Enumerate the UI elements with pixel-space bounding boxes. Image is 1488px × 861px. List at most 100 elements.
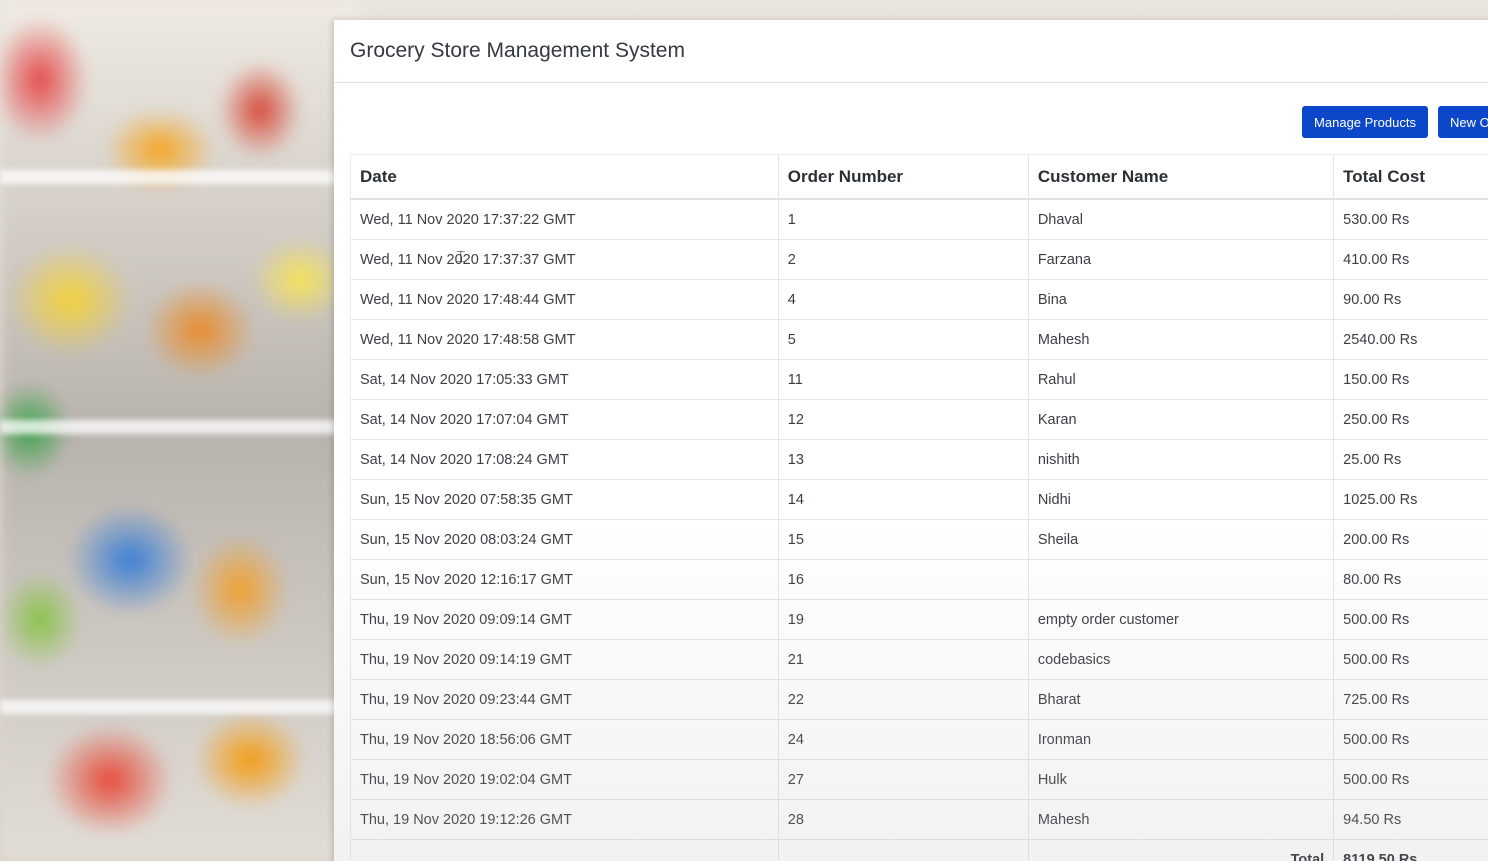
order-number-cell: 14: [777, 479, 1029, 520]
orders-table: Date Order Number Customer Name Total Co…: [350, 154, 1488, 861]
total-cost-cell: 94.50 Rs: [1333, 799, 1488, 840]
order-date-cell: Sat, 14 Nov 2020 17:07:04 GMT: [350, 399, 779, 440]
table-row[interactable]: Thu, 19 Nov 2020 09:23:44 GMT 22 Bharat …: [350, 679, 1488, 720]
order-number-cell: 19: [777, 599, 1029, 640]
customer-name-cell: codebasics: [1027, 639, 1334, 680]
order-number-cell: 1: [777, 198, 1029, 240]
customer-name-cell: Karan: [1027, 399, 1334, 440]
customer-name-cell: Bharat: [1027, 679, 1334, 720]
order-date-cell: Sat, 14 Nov 2020 17:08:24 GMT: [350, 439, 779, 480]
orders-table-body: Wed, 11 Nov 2020 17:37:22 GMT 1 Dhaval 5…: [350, 198, 1488, 861]
customer-name-cell: Mahesh: [1027, 799, 1334, 840]
table-row[interactable]: Thu, 19 Nov 2020 09:09:14 GMT 19 empty o…: [350, 599, 1488, 640]
panel-header: Grocery Store Management System: [334, 20, 1488, 83]
order-date-cell: Wed, 11 Nov 2020 17:48:44 GMT: [350, 279, 779, 320]
total-cost-cell: 250.00 Rs: [1333, 399, 1488, 440]
column-header-customer-name[interactable]: Customer Name: [1027, 154, 1334, 200]
customer-name-cell: nishith: [1027, 439, 1334, 480]
order-date-cell: Sun, 15 Nov 2020 07:58:35 GMT: [350, 479, 779, 520]
customer-name-cell: Ironman: [1027, 719, 1334, 760]
customer-name-cell: Mahesh: [1027, 319, 1334, 360]
order-number-cell: 5: [777, 319, 1029, 360]
shelf-divider: [0, 170, 340, 184]
grand-total-label: Total: [1027, 839, 1334, 861]
total-cost-cell: 80.00 Rs: [1333, 559, 1488, 600]
total-cost-cell: 150.00 Rs: [1333, 359, 1488, 400]
order-number-cell: 16: [777, 559, 1029, 600]
table-row[interactable]: Wed, 11 Nov 2020 17:48:58 GMT 5 Mahesh 2…: [350, 319, 1488, 360]
order-date-cell: Wed, 11 Nov 2020 17:48:58 GMT: [350, 319, 779, 360]
customer-name-cell: Sheila: [1027, 519, 1334, 560]
column-header-total-cost[interactable]: Total Cost: [1333, 154, 1488, 200]
total-cost-cell: 410.00 Rs: [1333, 239, 1488, 280]
new-order-button[interactable]: New O: [1438, 106, 1488, 138]
customer-name-cell: Nidhi: [1027, 479, 1334, 520]
table-row[interactable]: Sat, 14 Nov 2020 17:05:33 GMT 11 Rahul 1…: [350, 359, 1488, 400]
order-number-cell: 28: [777, 799, 1029, 840]
total-cost-cell: 2540.00 Rs: [1333, 319, 1488, 360]
customer-name-cell: [1027, 559, 1334, 600]
customer-name-cell: Bina: [1027, 279, 1334, 320]
table-row[interactable]: Thu, 19 Nov 2020 19:12:26 GMT 28 Mahesh …: [350, 799, 1488, 840]
column-header-date[interactable]: Date: [350, 154, 779, 200]
total-cost-cell: 530.00 Rs: [1333, 198, 1488, 240]
total-cost-cell: 1025.00 Rs: [1333, 479, 1488, 520]
order-date-cell: Wed, 11 Nov 2020 17:37:22 GMT: [350, 198, 779, 240]
table-row[interactable]: Sun, 15 Nov 2020 08:03:24 GMT 15 Sheila …: [350, 519, 1488, 560]
order-number-cell: 13: [777, 439, 1029, 480]
order-number-cell: 2: [777, 239, 1029, 280]
text-cursor-icon: ⌶: [456, 249, 466, 266]
order-number-cell: 24: [777, 719, 1029, 760]
order-date-cell: Thu, 19 Nov 2020 18:56:06 GMT: [350, 719, 779, 760]
total-cost-cell: 500.00 Rs: [1333, 599, 1488, 640]
total-cost-cell: 725.00 Rs: [1333, 679, 1488, 720]
table-row[interactable]: Thu, 19 Nov 2020 19:02:04 GMT 27 Hulk 50…: [350, 759, 1488, 800]
table-row[interactable]: Sun, 15 Nov 2020 12:16:17 GMT 16 80.00 R…: [350, 559, 1488, 600]
table-row[interactable]: Sat, 14 Nov 2020 17:07:04 GMT 12 Karan 2…: [350, 399, 1488, 440]
toolbar: Manage Products New O: [334, 106, 1488, 138]
table-row[interactable]: Thu, 19 Nov 2020 09:14:19 GMT 21 codebas…: [350, 639, 1488, 680]
order-date-cell: Thu, 19 Nov 2020 19:12:26 GMT: [350, 799, 779, 840]
shelf-divider: [0, 700, 340, 714]
page-title: Grocery Store Management System: [350, 39, 685, 62]
table-row[interactable]: Thu, 19 Nov 2020 18:56:06 GMT 24 Ironman…: [350, 719, 1488, 760]
table-row[interactable]: Wed, 11 Nov 2020 17:37:37 GMT 2 Farzana …: [350, 239, 1488, 280]
order-number-cell: 22: [777, 679, 1029, 720]
customer-name-cell: Farzana: [1027, 239, 1334, 280]
order-date-cell: Thu, 19 Nov 2020 09:23:44 GMT: [350, 679, 779, 720]
total-cost-cell: 500.00 Rs: [1333, 639, 1488, 680]
customer-name-cell: Hulk: [1027, 759, 1334, 800]
order-date-cell: Thu, 19 Nov 2020 09:09:14 GMT: [350, 599, 779, 640]
grand-total-value: 8119.50 Rs: [1333, 839, 1488, 861]
order-date-cell: Wed, 11 Nov 2020 17:37:37 GMT: [350, 239, 779, 280]
order-number-cell: 27: [777, 759, 1029, 800]
table-row[interactable]: Sun, 15 Nov 2020 07:58:35 GMT 14 Nidhi 1…: [350, 479, 1488, 520]
order-date-cell: Sun, 15 Nov 2020 08:03:24 GMT: [350, 519, 779, 560]
customer-name-cell: empty order customer: [1027, 599, 1334, 640]
column-header-order-number[interactable]: Order Number: [777, 154, 1029, 200]
total-cost-cell: 500.00 Rs: [1333, 759, 1488, 800]
order-number-cell: 21: [777, 639, 1029, 680]
total-cost-cell: 90.00 Rs: [1333, 279, 1488, 320]
table-row[interactable]: Sat, 14 Nov 2020 17:08:24 GMT 13 nishith…: [350, 439, 1488, 480]
customer-name-cell: Rahul: [1027, 359, 1334, 400]
total-cost-cell: 25.00 Rs: [1333, 439, 1488, 480]
main-panel: Grocery Store Management System Manage P…: [334, 20, 1488, 861]
customer-name-cell: Dhaval: [1027, 198, 1334, 240]
table-header-row: Date Order Number Customer Name Total Co…: [350, 154, 1488, 200]
order-date-cell: Thu, 19 Nov 2020 09:14:19 GMT: [350, 639, 779, 680]
order-date-cell: Thu, 19 Nov 2020 19:02:04 GMT: [350, 759, 779, 800]
total-cost-cell: 200.00 Rs: [1333, 519, 1488, 560]
order-number-cell: 12: [777, 399, 1029, 440]
order-date-cell: Sun, 15 Nov 2020 12:16:17 GMT: [350, 559, 779, 600]
grand-total-row: Total 8119.50 Rs: [350, 839, 1488, 861]
table-row[interactable]: Wed, 11 Nov 2020 17:48:44 GMT 4 Bina 90.…: [350, 279, 1488, 320]
table-row[interactable]: Wed, 11 Nov 2020 17:37:22 GMT 1 Dhaval 5…: [350, 198, 1488, 240]
manage-products-button[interactable]: Manage Products: [1302, 106, 1428, 138]
shelf-divider: [0, 420, 340, 434]
order-number-cell: 11: [777, 359, 1029, 400]
order-number-cell: 4: [777, 279, 1029, 320]
empty-cell: [777, 839, 1029, 861]
empty-cell: [350, 839, 779, 861]
order-number-cell: 15: [777, 519, 1029, 560]
